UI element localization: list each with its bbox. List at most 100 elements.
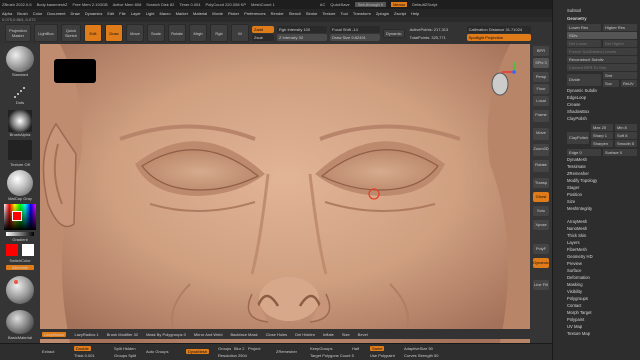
project-toggle[interactable]: Project [248,346,260,351]
tray-item[interactable]: Size [567,199,637,205]
solo-button[interactable]: Solo [533,206,549,216]
thick-slider[interactable]: Thick 0.001 [74,353,95,358]
alpha-thumbnail[interactable] [8,110,32,132]
menu-document[interactable]: Document [47,11,65,16]
soft-slider[interactable]: Soft 8 [615,132,637,139]
tray-item[interactable]: NanoMesh [567,226,637,232]
light-position-dot[interactable] [14,280,18,284]
quick-sketch-button[interactable]: Quick Sketch [61,24,81,42]
tray-item[interactable]: Polygroups [567,296,637,302]
tray-item[interactable]: Stager [567,185,637,191]
tray-item[interactable]: DynaMesh [567,157,637,163]
lower-res-button[interactable]: Lower Res [567,24,601,31]
del-hidden-button[interactable]: Del Hidden [295,332,315,337]
blur-slider[interactable]: Blur 2 [234,346,244,351]
ac-button[interactable]: AC [320,2,326,7]
projection-master-button[interactable]: Projection Master [5,24,31,42]
claypolish-button[interactable]: ClayPolish [567,132,589,144]
menu-movie[interactable]: Movie [212,11,223,16]
zadd-button[interactable]: Zadd [252,25,274,33]
spotlight-projection-button[interactable]: Spotlight Projection [466,33,531,41]
divide-button[interactable]: Divide [567,74,601,86]
auto-groups-button[interactable]: Auto Groups [146,349,168,354]
sdiv-slider[interactable]: SDiv [567,32,637,39]
dynamic-view-button[interactable]: Dynamic [533,258,549,268]
reconstruct-subdiv-button[interactable]: Reconstruct Subdiv [567,56,637,63]
extract-button[interactable]: Extract [42,349,54,354]
dynamic-subdiv-item[interactable]: Dynamic Subdiv [567,88,637,94]
edgeloop-item[interactable]: EdgeLoop [567,95,637,101]
higher-res-button[interactable]: Higher Res [603,24,637,31]
zsub-button[interactable]: Zsub [252,33,274,41]
del-lower-button[interactable]: Del Lower [567,40,601,47]
tray-item[interactable]: Morph Target [567,310,637,316]
quicksave-button[interactable]: QuickSave [330,2,349,7]
tray-item[interactable]: Layers [567,240,637,246]
groups-split-button[interactable]: Groups Split [114,353,136,358]
menu-color[interactable]: Color [33,11,43,16]
tray-item[interactable]: Surface [567,268,637,274]
rotate-button[interactable]: Rotate [168,24,186,42]
edit-button[interactable]: Edit [84,24,102,42]
split-hidden-button[interactable]: Split Hidden [114,346,136,351]
menu-layer[interactable]: Layer [131,11,141,16]
close-holes-button[interactable]: Close Holes [266,332,288,337]
draw-size-slider[interactable]: Draw Size 9.82491 [330,33,380,41]
draw-button[interactable]: Draw [105,24,123,42]
lightbox-button[interactable]: LightBox [34,24,58,42]
rgb-intensity-slider[interactable]: Rgb Intensity 100 [277,25,327,33]
texture-thumbnail[interactable] [8,140,32,160]
mirror-and-weld-button[interactable]: Mirror And Weld [194,332,223,337]
menu-light[interactable]: Light [146,11,155,16]
tray-item[interactable]: Geometry HD [567,254,637,260]
bpr-button[interactable]: BPR [533,46,549,56]
same-toggle[interactable]: Same [370,346,385,351]
lazymouse-button[interactable]: LazyMouse [42,331,67,337]
min-slider[interactable]: Min 8 [615,124,637,131]
tray-item[interactable]: Texture Map [567,331,637,337]
tray-item[interactable]: Contact [567,303,637,309]
keepgroups-toggle[interactable]: KeepGroups [310,346,332,351]
curves-strength-slider[interactable]: Curves Strength 50 [404,353,438,358]
smt-toggle[interactable]: Smt [603,72,637,79]
crease-item[interactable]: Crease [567,102,637,108]
basic-material-thumbnail[interactable] [6,276,34,304]
menu-draw[interactable]: Draw [70,11,79,16]
move-view-button[interactable]: Move [533,128,549,140]
spix-slider[interactable]: SPix 3 [533,58,549,68]
dynamesh-button[interactable]: DynaMesh [186,349,210,354]
floor-button[interactable]: Floor [533,84,549,94]
tray-item[interactable]: Polypaint [567,317,637,323]
tray-item[interactable]: ArrayMesh [567,219,637,225]
bevel-slider[interactable]: Bevel [358,332,368,337]
dynamic-button[interactable]: Dynamic [383,28,405,38]
orientation-gizmo[interactable] [488,62,520,102]
resolution-slider[interactable]: Resolution 2504 [218,353,247,358]
mask-by-polygroups-slider[interactable]: Mask By Polygroups 0 [146,332,186,337]
transp-button[interactable]: Transp [533,178,549,188]
smooth-slider[interactable]: Smooth 5 [615,140,637,147]
move-button[interactable]: Move [126,24,144,42]
inflate-slider[interactable]: Inflate [323,332,334,337]
rgb-button[interactable]: Rgb [210,24,228,42]
menu-texture[interactable]: Texture [322,11,335,16]
half-toggle[interactable]: Half [352,346,359,351]
tray-item[interactable]: FiberMesh [567,247,637,253]
brush-modifier-slider[interactable]: Brush Modifier 32 [107,332,138,337]
persp-button[interactable]: Persp [533,72,549,82]
menu-tool[interactable]: Tool [340,11,347,16]
see-through-slider[interactable]: See-through 0 [354,2,387,7]
focal-shift-slider[interactable]: Focal Shift -14 [330,25,380,33]
local-button[interactable]: Local [533,96,549,106]
menu-edit[interactable]: Edit [107,11,114,16]
tray-item[interactable]: Tessimate [567,164,637,170]
menu-transform[interactable]: Transform [353,11,371,16]
double-toggle[interactable]: Double [74,346,91,351]
tray-item[interactable]: Deformation [567,275,637,281]
size-slider[interactable]: Size [342,332,350,337]
secondary-color-swatch[interactable] [22,244,34,256]
tray-item[interactable]: ZRemesher [567,171,637,177]
del-higher-button[interactable]: Del Higher [603,40,637,47]
menu-picker[interactable]: Picker [228,11,239,16]
tray-item[interactable]: MeshIntegrity [567,206,637,212]
